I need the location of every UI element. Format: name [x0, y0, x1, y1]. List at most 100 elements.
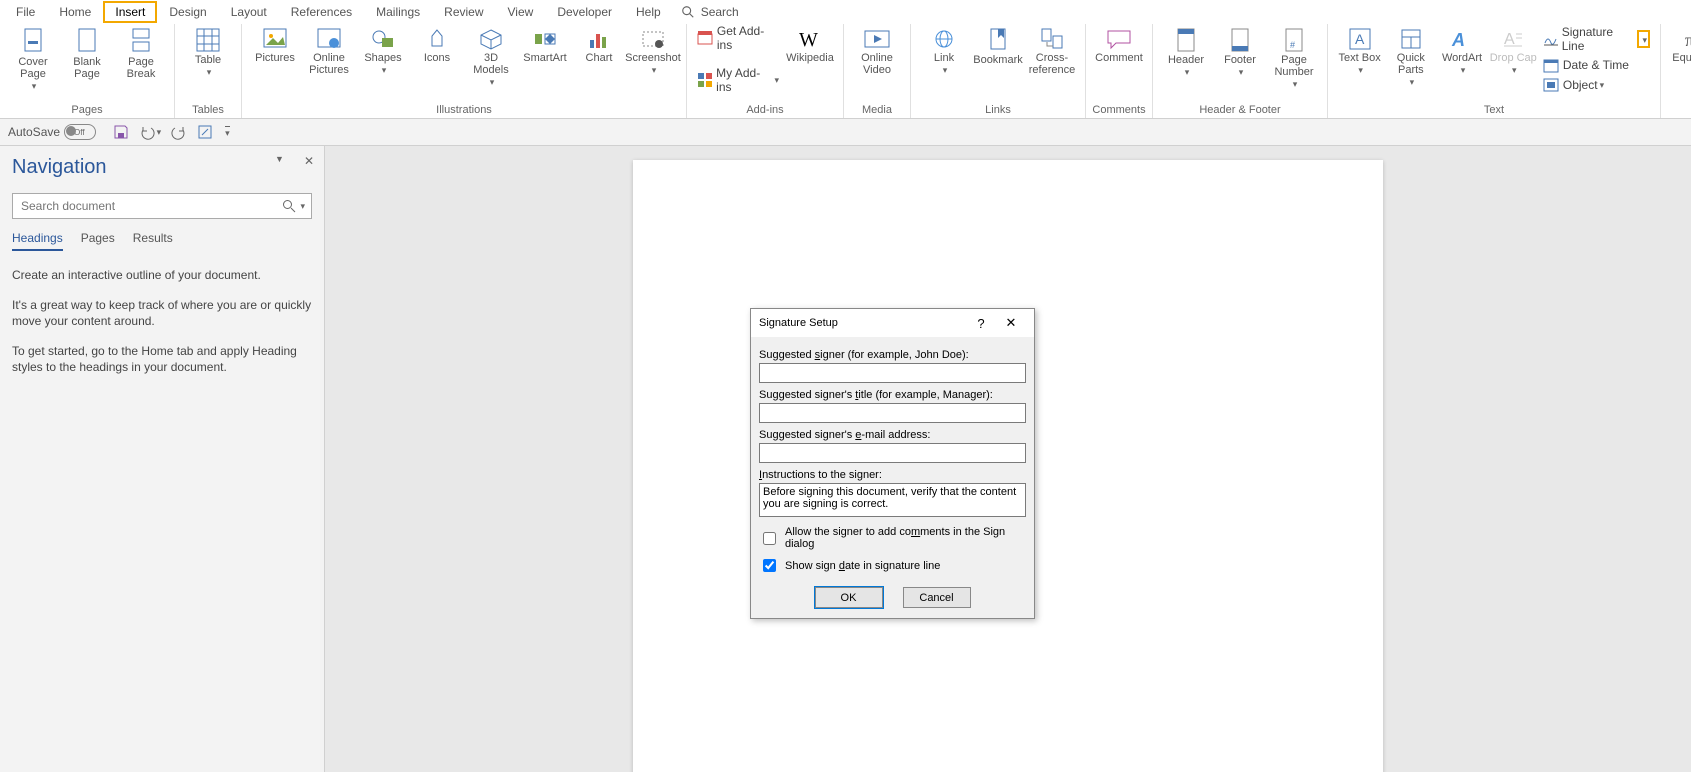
- icons-button[interactable]: Icons: [410, 24, 464, 76]
- date-time-icon: [1543, 57, 1559, 73]
- group-pages-label: Pages: [71, 104, 102, 116]
- tab-view[interactable]: View: [496, 1, 546, 23]
- table-icon: [196, 28, 220, 52]
- instructions-label: Instructions to the signer:: [759, 469, 1026, 481]
- quick-parts-icon: [1400, 28, 1422, 50]
- 3d-models-button[interactable]: 3D Models▾: [464, 24, 518, 88]
- undo-button[interactable]: ▾: [139, 124, 162, 140]
- navigation-menu-button[interactable]: ▼: [275, 154, 284, 168]
- chart-icon: [587, 28, 611, 50]
- svg-text:W: W: [799, 29, 818, 50]
- tab-mailings[interactable]: Mailings: [364, 1, 432, 23]
- bookmark-button[interactable]: Bookmark: [971, 24, 1025, 78]
- navigation-pane: ▼ ✕ Navigation ▾ Headings Pages Results …: [0, 146, 325, 772]
- quick-parts-button[interactable]: Quick Parts▾: [1385, 24, 1436, 88]
- online-video-button[interactable]: Online Video: [850, 24, 904, 76]
- footer-button[interactable]: Footer▾: [1213, 24, 1267, 78]
- tab-references[interactable]: References: [279, 1, 364, 23]
- date-time-button[interactable]: Date & Time: [1539, 55, 1654, 75]
- cancel-button[interactable]: Cancel: [903, 587, 971, 608]
- pictures-button[interactable]: Pictures: [248, 24, 302, 76]
- group-text-label: Text: [1484, 104, 1504, 116]
- allow-comments-checkbox[interactable]: [763, 532, 776, 545]
- my-addins-button[interactable]: My Add-ins▾: [693, 64, 783, 96]
- comment-button[interactable]: Comment: [1092, 24, 1146, 76]
- smartart-button[interactable]: SmartArt: [518, 24, 572, 76]
- dialog-help-button[interactable]: ?: [966, 316, 996, 331]
- group-illustrations: Pictures Online Pictures Shapes▾ Icons 3…: [242, 24, 687, 118]
- signer-email-label: Suggested signer's e-mail address:: [759, 429, 1026, 441]
- header-button[interactable]: Header▾: [1159, 24, 1213, 78]
- tab-design[interactable]: Design: [157, 1, 218, 23]
- table-button[interactable]: Table▾: [181, 24, 235, 78]
- svg-text:A: A: [1355, 31, 1365, 47]
- signer-input[interactable]: [759, 363, 1026, 383]
- ok-button[interactable]: OK: [815, 587, 883, 608]
- search-options-button[interactable]: ▾: [300, 201, 305, 212]
- blank-page-button[interactable]: Blank Page: [60, 24, 114, 80]
- navigation-close-button[interactable]: ✕: [304, 154, 314, 168]
- group-header-footer: Header▾ Footer▾ # Page Number▾ Header & …: [1153, 24, 1328, 118]
- cross-reference-button[interactable]: Cross-reference: [1025, 24, 1079, 76]
- tab-file[interactable]: File: [4, 1, 47, 23]
- tab-layout[interactable]: Layout: [219, 1, 279, 23]
- online-pictures-button[interactable]: Online Pictures: [302, 24, 356, 76]
- signature-line-button[interactable]: Signature Line ▾: [1539, 23, 1654, 55]
- group-links: Link▾ Bookmark Cross-reference Links: [911, 24, 1086, 118]
- chart-button[interactable]: Chart: [572, 24, 626, 76]
- navigation-search-input[interactable]: [19, 198, 282, 214]
- group-text: A Text Box▾ Quick Parts▾ A WordArt▾ A Dr…: [1328, 24, 1661, 118]
- tab-developer[interactable]: Developer: [545, 1, 624, 23]
- text-box-button[interactable]: A Text Box▾: [1334, 24, 1385, 76]
- show-date-checkbox[interactable]: [763, 559, 776, 572]
- signer-title-input[interactable]: [759, 403, 1026, 423]
- screenshot-button[interactable]: Screenshot▾: [626, 24, 680, 76]
- search-label: Search: [701, 5, 739, 19]
- instructions-input[interactable]: [759, 483, 1026, 517]
- link-button[interactable]: Link▾: [917, 24, 971, 76]
- nav-tab-pages[interactable]: Pages: [81, 231, 115, 251]
- drop-cap-button[interactable]: A Drop Cap▾: [1488, 24, 1539, 76]
- dialog-close-button[interactable]: ✕: [996, 315, 1026, 331]
- tab-review[interactable]: Review: [432, 1, 495, 23]
- group-media-label: Media: [862, 104, 892, 116]
- shapes-icon: [371, 28, 395, 50]
- blank-page-icon: [77, 28, 97, 54]
- signature-line-dropdown[interactable]: ▾: [1637, 30, 1650, 48]
- save-button[interactable]: [113, 124, 129, 140]
- save-icon: [113, 124, 129, 140]
- redo-button[interactable]: [171, 124, 187, 140]
- shapes-button[interactable]: Shapes▾: [356, 24, 410, 76]
- tab-home[interactable]: Home: [47, 1, 103, 23]
- nav-tab-headings[interactable]: Headings: [12, 231, 63, 251]
- tab-help[interactable]: Help: [624, 1, 673, 23]
- page-break-button[interactable]: Page Break: [114, 24, 168, 80]
- group-comments-label: Comments: [1092, 104, 1145, 116]
- tell-me-search[interactable]: Search: [681, 5, 739, 19]
- toggle-off-icon: [64, 124, 96, 140]
- video-icon: [864, 28, 890, 50]
- addins-icon: [697, 72, 712, 88]
- autosave-toggle[interactable]: AutoSave Off: [8, 124, 85, 140]
- wordart-button[interactable]: A WordArt▾: [1436, 24, 1487, 76]
- undo-icon: [139, 124, 155, 140]
- redo-icon: [171, 124, 187, 140]
- cover-page-icon: [23, 28, 43, 54]
- navigation-search[interactable]: ▾: [12, 193, 312, 219]
- equation-icon: π: [1682, 28, 1691, 50]
- object-icon: [1543, 77, 1559, 93]
- ribbon-tabs: File Home Insert Design Layout Reference…: [0, 0, 1691, 24]
- editor-button[interactable]: [197, 124, 213, 140]
- nav-tab-results[interactable]: Results: [133, 231, 173, 251]
- cross-ref-icon: [1041, 28, 1063, 50]
- page-number-button[interactable]: # Page Number▾: [1267, 24, 1321, 90]
- get-addins-button[interactable]: Get Add-ins: [693, 22, 783, 54]
- cover-page-button[interactable]: Cover Page▾: [6, 24, 60, 92]
- wikipedia-button[interactable]: W Wikipedia: [783, 24, 837, 76]
- tab-insert[interactable]: Insert: [103, 1, 157, 23]
- signer-email-input[interactable]: [759, 443, 1026, 463]
- customize-qat[interactable]: ▾: [223, 126, 230, 139]
- online-pictures-icon: [317, 28, 341, 50]
- equation-button[interactable]: π Equation▾: [1667, 24, 1691, 76]
- object-button[interactable]: Object▾: [1539, 75, 1654, 95]
